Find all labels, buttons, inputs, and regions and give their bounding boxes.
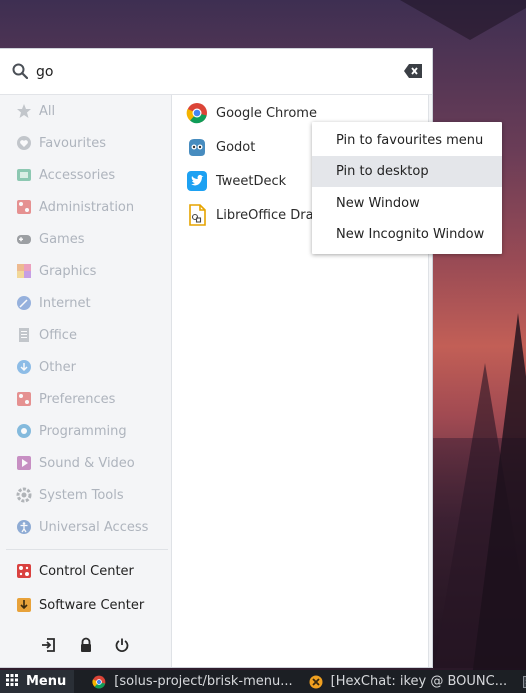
menu-button[interactable]: Menu: [0, 670, 75, 693]
category-favourites[interactable]: Favourites: [0, 127, 170, 159]
taskbar: Menu [solus-project/brisk-menu... [HexCh…: [0, 670, 526, 693]
category-other[interactable]: Other: [0, 351, 170, 383]
google-chrome-icon: [186, 102, 208, 124]
context-menu: Pin to favourites menu Pin to desktop Ne…: [312, 122, 502, 254]
result-label: Google Chrome: [216, 105, 317, 121]
task-hexchat[interactable]: [HexChat: ikey @ BOUNC...: [301, 670, 515, 693]
control-center-item[interactable]: Control Center: [0, 555, 170, 587]
task-chrome[interactable]: [solus-project/brisk-menu...: [84, 670, 300, 693]
favourites-heart-icon: [16, 135, 32, 151]
sidebar-divider: [6, 549, 168, 550]
chrome-icon: [92, 675, 106, 689]
category-sound-video[interactable]: Sound & Video: [0, 447, 170, 479]
lock-icon[interactable]: [78, 637, 94, 653]
sound-video-play-icon: [16, 455, 32, 471]
category-sidebar: All Favourites Accessories Administratio…: [0, 95, 170, 669]
all-star-icon: [16, 103, 32, 119]
app-grid-icon: [6, 673, 18, 690]
category-label: Internet: [39, 295, 91, 311]
logout-icon[interactable]: [40, 637, 56, 653]
category-label: Favourites: [39, 135, 106, 151]
wallpaper-tree: [400, 0, 526, 40]
programming-gear-icon: [16, 423, 32, 439]
control-center-icon: [16, 563, 32, 579]
new-incognito-window-menu-item[interactable]: New Incognito Window: [312, 219, 502, 250]
category-label: Universal Access: [39, 519, 149, 535]
category-label: Other: [39, 359, 76, 375]
category-preferences[interactable]: Preferences: [0, 383, 170, 415]
tweetdeck-icon: [186, 170, 208, 192]
preferences-icon: [16, 391, 32, 407]
category-label: System Tools: [39, 487, 124, 503]
wallpaper-tree: [470, 313, 526, 693]
games-gamepad-icon: [16, 231, 32, 247]
category-accessories[interactable]: Accessories: [0, 159, 170, 191]
godot-icon: [186, 136, 208, 158]
libreoffice-draw-icon: [186, 204, 208, 226]
search-icon: [12, 63, 29, 83]
category-label: Office: [39, 327, 77, 343]
category-games[interactable]: Games: [0, 223, 170, 255]
category-label: Preferences: [39, 391, 116, 407]
accessories-icon: [16, 167, 32, 183]
category-label: Graphics: [39, 263, 97, 279]
clear-search-icon[interactable]: [404, 64, 422, 82]
office-document-icon: [16, 327, 32, 343]
system-tools-gear-icon: [16, 487, 32, 503]
category-graphics[interactable]: Graphics: [0, 255, 170, 287]
hexchat-icon: [309, 675, 323, 689]
category-label: Administration: [39, 199, 135, 215]
new-window-menu-item[interactable]: New Window: [312, 188, 502, 219]
category-all[interactable]: All: [0, 95, 170, 127]
graphics-palette-icon: [16, 263, 32, 279]
fixed-item-label: Software Center: [39, 597, 145, 613]
result-label: TweetDeck: [216, 173, 287, 189]
pin-to-desktop-menu-item[interactable]: Pin to desktop: [312, 156, 502, 187]
category-label: Accessories: [39, 167, 116, 183]
category-label: Sound & Video: [39, 455, 135, 471]
result-label: LibreOffice Draw: [216, 207, 325, 223]
session-actions: [0, 629, 170, 659]
fixed-item-label: Control Center: [39, 563, 134, 579]
pin-to-favourites-menu-item[interactable]: Pin to favourites menu: [312, 125, 502, 156]
search-bar: [0, 49, 432, 95]
result-label: Godot: [216, 139, 256, 155]
category-internet[interactable]: Internet: [0, 287, 170, 319]
software-center-item[interactable]: Software Center: [0, 589, 170, 621]
other-download-icon: [16, 359, 32, 375]
category-universal-access[interactable]: Universal Access: [0, 511, 170, 543]
category-system-tools[interactable]: System Tools: [0, 479, 170, 511]
internet-globe-icon: [16, 295, 32, 311]
category-administration[interactable]: Administration: [0, 191, 170, 223]
universal-access-icon: [16, 519, 32, 535]
task-label: [solus-project/brisk-menu...: [114, 674, 293, 689]
category-label: All: [39, 103, 56, 119]
category-programming[interactable]: Programming: [0, 415, 170, 447]
category-label: Games: [39, 231, 85, 247]
task-label: [HexChat: ikey @ BOUNC...: [330, 674, 508, 689]
category-label: Programming: [39, 423, 127, 439]
software-center-icon: [16, 597, 32, 613]
category-office[interactable]: Office: [0, 319, 170, 351]
menu-button-label: Menu: [26, 674, 67, 689]
power-icon[interactable]: [114, 637, 130, 653]
task-terminal[interactable]: [m: [515, 670, 526, 693]
search-input[interactable]: [36, 61, 376, 83]
administration-icon: [16, 199, 32, 215]
